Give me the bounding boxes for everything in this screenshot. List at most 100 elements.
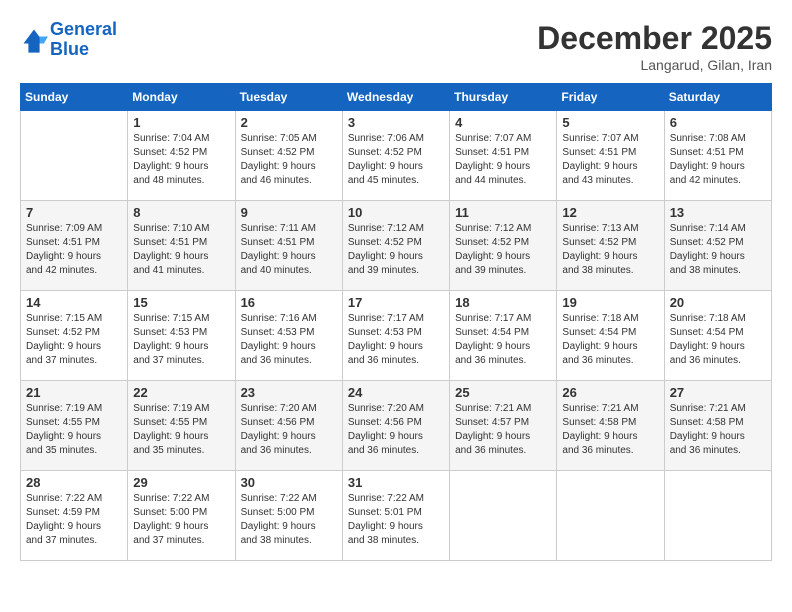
day-number: 31: [348, 475, 444, 490]
calendar-cell: 11Sunrise: 7:12 AM Sunset: 4:52 PM Dayli…: [450, 201, 557, 291]
calendar-cell: 25 Sunrise: 7:21 AM Sunset: 4:57 PM Dayli…: [450, 381, 557, 471]
day-info: Sunrise: 7:05 AM Sunset: 4:52 PM Dayligh…: [241, 132, 337, 188]
logo-icon: [20, 26, 48, 54]
day-info: Sunrise: 7:12 AM Sunset: 4:52 PM Dayligh…: [455, 222, 551, 278]
calendar-week-row: 1Sunrise: 7:04 AM Sunset: 4:52 PM Daylig…: [21, 111, 772, 201]
calendar-cell: 2 Sunrise: 7:05 AM Sunset: 4:52 PM Daylig…: [235, 111, 342, 201]
day-number: 15: [133, 295, 229, 310]
calendar-cell: 6 Sunrise: 7:08 AM Sunset: 4:51 PM Daylig…: [664, 111, 771, 201]
calendar-cell: 8 Sunrise: 7:10 AM Sunset: 4:51 PM Daylig…: [128, 201, 235, 291]
calendar-cell: 9Sunrise: 7:11 AM Sunset: 4:51 PM Daylig…: [235, 201, 342, 291]
calendar-cell: 30 Sunrise: 7:22 AM Sunset: 5:00 PM Dayli…: [235, 471, 342, 561]
day-number: 23: [241, 385, 337, 400]
calendar-cell: 26 Sunrise: 7:21 AM Sunset: 4:58 PM Dayli…: [557, 381, 664, 471]
day-number: 25: [455, 385, 551, 400]
logo: GeneralBlue: [20, 20, 117, 60]
calendar-cell: 20 Sunrise: 7:18 AM Sunset: 4:54 PM Dayli…: [664, 291, 771, 381]
day-info: Sunrise: 7:17 AM Sunset: 4:54 PM Dayligh…: [455, 312, 551, 368]
day-info: Sunrise: 7:13 AM Sunset: 4:52 PM Dayligh…: [562, 222, 658, 278]
day-info: Sunrise: 7:06 AM Sunset: 4:52 PM Dayligh…: [348, 132, 444, 188]
calendar-cell: 17 Sunrise: 7:17 AM Sunset: 4:53 PM Dayli…: [342, 291, 449, 381]
day-number: 29: [133, 475, 229, 490]
day-number: 14: [26, 295, 122, 310]
calendar-cell: 10 Sunrise: 7:12 AM Sunset: 4:52 PM Dayli…: [342, 201, 449, 291]
day-info: Sunrise: 7:22 AM Sunset: 5:01 PM Dayligh…: [348, 492, 444, 548]
day-info: Sunrise: 7:15 AM Sunset: 4:52 PM Dayligh…: [26, 312, 122, 368]
day-number: 6: [670, 115, 766, 130]
day-number: 2: [241, 115, 337, 130]
calendar-week-row: 14 Sunrise: 7:15 AM Sunset: 4:52 PM Dayli…: [21, 291, 772, 381]
calendar-cell: 14 Sunrise: 7:15 AM Sunset: 4:52 PM Dayli…: [21, 291, 128, 381]
day-info: Sunrise: 7:20 AM Sunset: 4:56 PM Dayligh…: [348, 402, 444, 458]
calendar-cell: 31 Sunrise: 7:22 AM Sunset: 5:01 PM Dayli…: [342, 471, 449, 561]
day-info: Sunrise: 7:21 AM Sunset: 4:58 PM Dayligh…: [562, 402, 658, 458]
day-info: Sunrise: 7:08 AM Sunset: 4:51 PM Dayligh…: [670, 132, 766, 188]
day-number: 13: [670, 205, 766, 220]
title-section: December 2025 Langarud, Gilan, Iran: [537, 20, 772, 73]
weekday-header-cell: Tuesday: [235, 84, 342, 111]
day-info: Sunrise: 7:22 AM Sunset: 4:59 PM Dayligh…: [26, 492, 122, 548]
day-number: 30: [241, 475, 337, 490]
calendar-cell: 5 Sunrise: 7:07 AM Sunset: 4:51 PM Daylig…: [557, 111, 664, 201]
day-info: Sunrise: 7:22 AM Sunset: 5:00 PM Dayligh…: [133, 492, 229, 548]
calendar-cell: [664, 471, 771, 561]
calendar-week-row: 7 Sunrise: 7:09 AM Sunset: 4:51 PM Daylig…: [21, 201, 772, 291]
calendar-cell: 27Sunrise: 7:21 AM Sunset: 4:58 PM Dayli…: [664, 381, 771, 471]
day-info: Sunrise: 7:14 AM Sunset: 4:52 PM Dayligh…: [670, 222, 766, 278]
day-number: 7: [26, 205, 122, 220]
logo-text: GeneralBlue: [50, 20, 117, 60]
day-info: Sunrise: 7:18 AM Sunset: 4:54 PM Dayligh…: [670, 312, 766, 368]
day-info: Sunrise: 7:16 AM Sunset: 4:53 PM Dayligh…: [241, 312, 337, 368]
day-number: 5: [562, 115, 658, 130]
calendar-body: 1Sunrise: 7:04 AM Sunset: 4:52 PM Daylig…: [21, 111, 772, 561]
weekday-header-row: SundayMondayTuesdayWednesdayThursdayFrid…: [21, 84, 772, 111]
day-info: Sunrise: 7:22 AM Sunset: 5:00 PM Dayligh…: [241, 492, 337, 548]
day-info: Sunrise: 7:09 AM Sunset: 4:51 PM Dayligh…: [26, 222, 122, 278]
calendar-week-row: 28 Sunrise: 7:22 AM Sunset: 4:59 PM Dayli…: [21, 471, 772, 561]
day-number: 19: [562, 295, 658, 310]
day-info: Sunrise: 7:19 AM Sunset: 4:55 PM Dayligh…: [26, 402, 122, 458]
weekday-header-cell: Monday: [128, 84, 235, 111]
day-info: Sunrise: 7:20 AM Sunset: 4:56 PM Dayligh…: [241, 402, 337, 458]
day-info: Sunrise: 7:12 AM Sunset: 4:52 PM Dayligh…: [348, 222, 444, 278]
day-number: 3: [348, 115, 444, 130]
calendar-cell: 15 Sunrise: 7:15 AM Sunset: 4:53 PM Dayli…: [128, 291, 235, 381]
day-number: 9: [241, 205, 337, 220]
calendar-cell: 12 Sunrise: 7:13 AM Sunset: 4:52 PM Dayli…: [557, 201, 664, 291]
day-number: 16: [241, 295, 337, 310]
day-number: 21: [26, 385, 122, 400]
day-number: 20: [670, 295, 766, 310]
day-info: Sunrise: 7:07 AM Sunset: 4:51 PM Dayligh…: [562, 132, 658, 188]
day-number: 8: [133, 205, 229, 220]
calendar-cell: 13 Sunrise: 7:14 AM Sunset: 4:52 PM Dayli…: [664, 201, 771, 291]
calendar-cell: 21 Sunrise: 7:19 AM Sunset: 4:55 PM Dayli…: [21, 381, 128, 471]
day-number: 28: [26, 475, 122, 490]
day-info: Sunrise: 7:04 AM Sunset: 4:52 PM Dayligh…: [133, 132, 229, 188]
calendar-cell: 28 Sunrise: 7:22 AM Sunset: 4:59 PM Dayli…: [21, 471, 128, 561]
calendar-cell: 16 Sunrise: 7:16 AM Sunset: 4:53 PM Dayli…: [235, 291, 342, 381]
day-info: Sunrise: 7:21 AM Sunset: 4:57 PM Dayligh…: [455, 402, 551, 458]
day-info: Sunrise: 7:15 AM Sunset: 4:53 PM Dayligh…: [133, 312, 229, 368]
calendar-cell: 1Sunrise: 7:04 AM Sunset: 4:52 PM Daylig…: [128, 111, 235, 201]
calendar-cell: [450, 471, 557, 561]
day-info: Sunrise: 7:21 AM Sunset: 4:58 PM Dayligh…: [670, 402, 766, 458]
day-info: Sunrise: 7:17 AM Sunset: 4:53 PM Dayligh…: [348, 312, 444, 368]
page-header: GeneralBlue December 2025 Langarud, Gila…: [20, 20, 772, 73]
day-info: Sunrise: 7:10 AM Sunset: 4:51 PM Dayligh…: [133, 222, 229, 278]
day-number: 26: [562, 385, 658, 400]
calendar-cell: 29 Sunrise: 7:22 AM Sunset: 5:00 PM Dayli…: [128, 471, 235, 561]
day-number: 17: [348, 295, 444, 310]
day-number: 4: [455, 115, 551, 130]
calendar-week-row: 21 Sunrise: 7:19 AM Sunset: 4:55 PM Dayli…: [21, 381, 772, 471]
calendar-cell: 18 Sunrise: 7:17 AM Sunset: 4:54 PM Dayli…: [450, 291, 557, 381]
location: Langarud, Gilan, Iran: [537, 57, 772, 73]
day-number: 18: [455, 295, 551, 310]
calendar-cell: 19Sunrise: 7:18 AM Sunset: 4:54 PM Dayli…: [557, 291, 664, 381]
day-number: 12: [562, 205, 658, 220]
weekday-header-cell: Sunday: [21, 84, 128, 111]
day-number: 22: [133, 385, 229, 400]
calendar-cell: 7 Sunrise: 7:09 AM Sunset: 4:51 PM Daylig…: [21, 201, 128, 291]
calendar-cell: 24Sunrise: 7:20 AM Sunset: 4:56 PM Dayli…: [342, 381, 449, 471]
day-number: 10: [348, 205, 444, 220]
day-info: Sunrise: 7:07 AM Sunset: 4:51 PM Dayligh…: [455, 132, 551, 188]
